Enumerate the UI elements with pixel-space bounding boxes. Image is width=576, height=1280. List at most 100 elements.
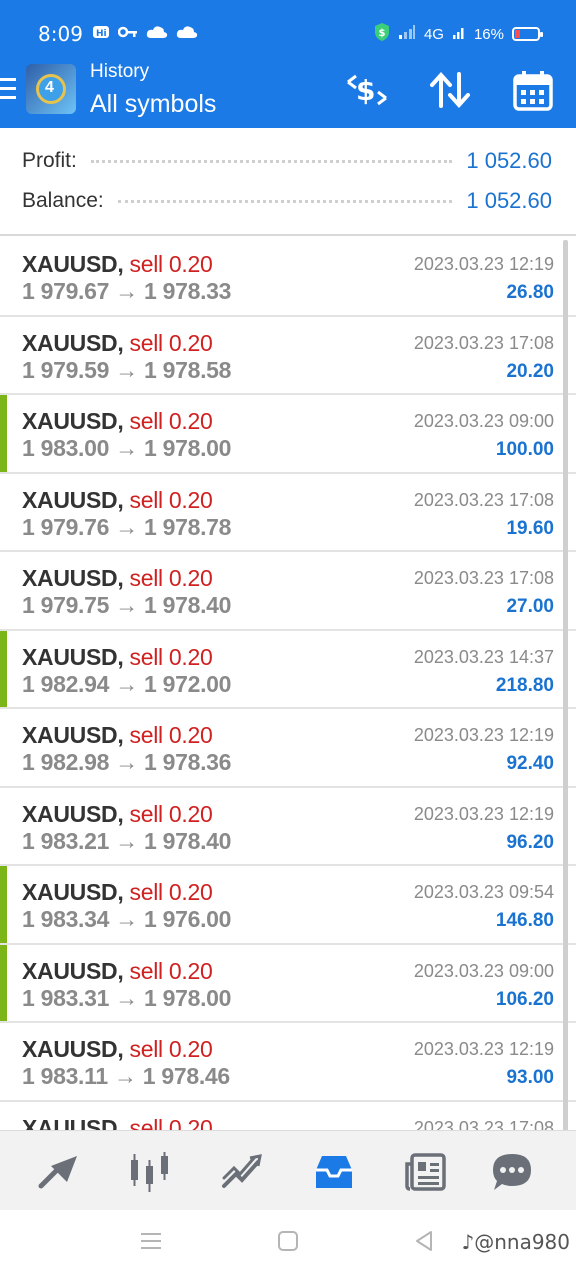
deal-side: sell 0.20: [129, 800, 213, 827]
news-icon[interactable]: [403, 1149, 449, 1195]
arrow-icon: →: [115, 592, 138, 618]
deal-row[interactable]: XAUUSD, sell 0.20 2023.03.23 17:08: [0, 1102, 576, 1131]
back-icon[interactable]: [413, 1230, 435, 1257]
deal-open-price: 1 983.31: [22, 984, 110, 1011]
deal-prices: 1 979.67 → 1 978.33: [22, 278, 231, 305]
deal-side: sell 0.20: [129, 565, 213, 591]
deal-row[interactable]: XAUUSD, sell 0.20 1 979.75 → 1 978.40 2023…: [0, 552, 576, 631]
deal-datetime: 2023.03.23 12:19: [413, 803, 554, 824]
deal-symbol: XAUUSD,: [22, 565, 124, 591]
deal-close-price: 1 978.40: [144, 827, 232, 854]
svg-text:$: $: [356, 74, 375, 107]
deal-close-price: 1 978.00: [144, 984, 232, 1011]
deal-symbol: XAUUSD,: [22, 329, 124, 356]
deal-open-price: 1 982.94: [22, 670, 110, 697]
cloud-icon: [146, 25, 168, 44]
arrow-icon: →: [115, 513, 138, 540]
account-summary: Profit: 1 052.60 Balance: 1 052.60: [0, 128, 576, 236]
balance-value: 1 052.60: [466, 188, 552, 213]
sort-icon[interactable]: [428, 70, 472, 115]
deal-prices: 1 979.75 → 1 978.40: [22, 592, 231, 619]
deal-side: sell 0.20: [129, 329, 213, 356]
arrow-icon: →: [115, 906, 138, 932]
deal-profit: 96.20: [506, 831, 554, 853]
deal-symbol-line: XAUUSD, sell 0.20: [22, 722, 213, 749]
deal-prices: 1 979.76 → 1 978.78: [22, 514, 231, 541]
deal-symbol-line: XAUUSD, sell 0.20: [22, 643, 213, 671]
deal-row[interactable]: XAUUSD, sell 0.20 1 983.31 → 1 978.00 2023…: [0, 944, 576, 1023]
deal-symbol-line: XAUUSD, sell 0.20: [22, 957, 213, 985]
home-icon[interactable]: [277, 1230, 299, 1257]
system-nav-bar: ♪@nna980: [0, 1210, 576, 1280]
deal-side: sell 0.20: [129, 957, 213, 984]
deal-symbol: XAUUSD,: [22, 643, 124, 670]
deal-side: sell 0.20: [129, 1036, 213, 1062]
svg-text:$: $: [378, 28, 385, 39]
deal-row[interactable]: XAUUSD, sell 0.20 1 979.76 → 1 978.78 2023…: [0, 474, 576, 552]
deal-row[interactable]: XAUUSD, sell 0.20 1 983.34 → 1 976.00 2023…: [0, 866, 576, 945]
calendar-icon[interactable]: [512, 70, 554, 117]
deal-profit: 106.20: [495, 988, 554, 1010]
deal-close-price: 1 978.78: [144, 513, 232, 540]
deal-open-price: 1 983.11: [22, 1063, 108, 1089]
watermark-text: ♪@nna980: [461, 1230, 570, 1254]
deal-prices: 1 983.31 → 1 978.00: [22, 985, 231, 1012]
deal-symbol-line: XAUUSD, sell 0.20: [22, 800, 213, 828]
deal-open-price: 1 983.00: [22, 435, 110, 461]
balance-label: Balance:: [22, 189, 104, 212]
balance-row: Balance: 1 052.60: [22, 186, 552, 216]
deal-profit: 218.80: [495, 674, 554, 696]
menu-icon[interactable]: [0, 78, 16, 105]
deal-row[interactable]: XAUUSD, sell 0.20 1 983.21 → 1 978.40 2023…: [0, 788, 576, 866]
deal-row[interactable]: XAUUSD, sell 0.20 1 979.59 → 1 978.58 2023…: [0, 317, 576, 395]
recents-icon[interactable]: [140, 1230, 162, 1257]
deal-datetime: 2023.03.23 12:19: [413, 725, 554, 745]
deal-prices: 1 982.94 → 1 972.00: [22, 671, 231, 698]
deal-symbol: XAUUSD,: [22, 486, 124, 513]
deal-datetime: 2023.03.23 09:00: [413, 411, 554, 431]
scrollbar[interactable]: [563, 240, 568, 1280]
quotes-icon[interactable]: [36, 1149, 82, 1195]
deal-open-price: 1 979.59: [22, 356, 110, 383]
deal-datetime: 2023.03.23 17:08: [413, 1117, 554, 1131]
deal-symbol-line: XAUUSD, sell 0.20: [22, 1115, 213, 1131]
deal-close-price: 1 978.40: [144, 592, 232, 618]
history-icon[interactable]: [311, 1149, 357, 1195]
symbols-selector[interactable]: All symbols: [90, 90, 216, 119]
deal-row[interactable]: XAUUSD, sell 0.20 1 983.11 → 1 978.46 2023…: [0, 1023, 576, 1102]
arrow-icon: →: [115, 435, 138, 461]
deal-profit: 146.80: [495, 910, 554, 931]
deal-marker: [0, 630, 7, 707]
deal-close-price: 1 978.46: [142, 1063, 230, 1089]
trade-icon[interactable]: [219, 1149, 265, 1195]
deal-side: sell 0.20: [129, 408, 213, 434]
deal-row[interactable]: XAUUSD, sell 0.20 1 979.67 → 1 978.33 2023…: [0, 238, 576, 317]
chart-icon[interactable]: [127, 1149, 173, 1195]
network-type: 4G: [423, 25, 444, 43]
deal-side: sell 0.20: [129, 722, 213, 748]
battery-icon: [512, 27, 543, 41]
dotted-leader: [117, 199, 453, 203]
deal-list[interactable]: XAUUSD, sell 0.20 1 979.67 → 1 978.33 2023…: [0, 238, 576, 1130]
top-bar: 8:09 Hi $ 4G 16% 4 History All symbols $: [0, 0, 576, 128]
app-title: History: [90, 61, 150, 82]
status-bar: 8:09 Hi $ 4G 16%: [0, 0, 576, 64]
deal-open-price: 1 979.75: [22, 592, 110, 618]
deal-open-price: 1 979.67: [22, 278, 110, 304]
deal-row[interactable]: XAUUSD, sell 0.20 1 982.98 → 1 978.36 2023…: [0, 709, 576, 788]
status-time: 8:09: [38, 22, 83, 46]
deal-close-price: 1 976.00: [144, 906, 232, 932]
deal-side: sell 0.20: [129, 879, 213, 905]
chat-icon[interactable]: [489, 1149, 535, 1195]
deal-symbol-line: XAUUSD, sell 0.20: [22, 408, 213, 435]
deal-symbol: XAUUSD,: [22, 800, 124, 827]
arrow-icon: →: [113, 1063, 137, 1089]
signal-icon: [452, 24, 466, 44]
deal-profit: 27.00: [506, 596, 554, 617]
deal-prices: 1 983.11 → 1 978.46: [22, 1063, 230, 1090]
currency-exchange-icon[interactable]: $: [344, 70, 390, 115]
deal-row[interactable]: XAUUSD, sell 0.20 1 982.94 → 1 972.00 2023…: [0, 630, 576, 709]
key-icon: [117, 25, 138, 44]
deal-row[interactable]: XAUUSD, sell 0.20 1 983.00 → 1 978.00 2023…: [0, 395, 576, 474]
deal-side: sell 0.20: [129, 251, 213, 277]
